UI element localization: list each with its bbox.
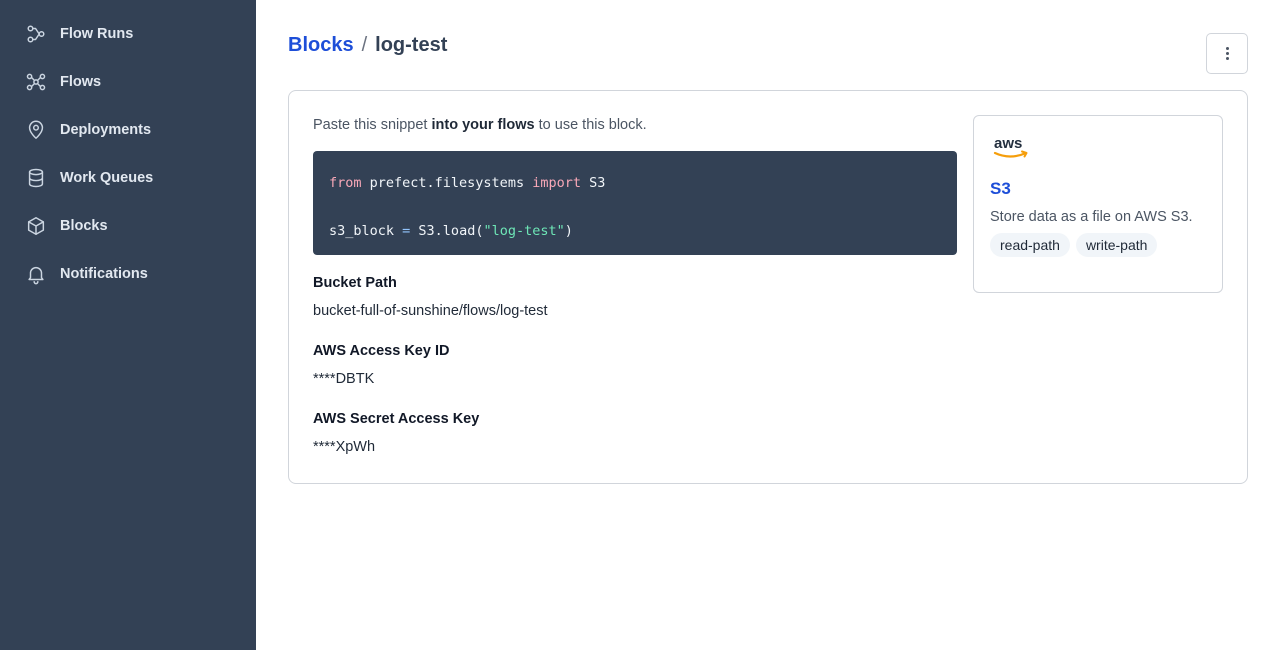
- code-line-load: s3_block = S3.load("log-test"): [329, 223, 573, 239]
- field-aws-secret-access-key: AWS Secret Access Key ****XpWh: [313, 411, 479, 455]
- vertical-dots-icon: [1225, 47, 1229, 60]
- flow-runs-icon: [24, 22, 48, 46]
- more-options-button[interactable]: [1206, 33, 1248, 74]
- sidebar-item-blocks[interactable]: Blocks: [0, 202, 256, 250]
- sidebar-item-label: Blocks: [60, 218, 108, 234]
- block-type-name-link[interactable]: S3: [990, 179, 1206, 199]
- snippet-hint: Paste this snippet into your flows to us…: [313, 117, 647, 133]
- code-line-import: from prefect.filesystems import S3: [329, 175, 606, 191]
- sidebar-item-work-queues[interactable]: Work Queues: [0, 154, 256, 202]
- sidebar-item-flow-runs[interactable]: Flow Runs: [0, 10, 256, 58]
- aws-logo: aws: [993, 135, 1028, 158]
- field-value: bucket-full-of-sunshine/flows/log-test: [313, 303, 548, 319]
- block-details-card: Paste this snippet into your flows to us…: [288, 90, 1248, 484]
- sidebar-item-label: Notifications: [60, 266, 148, 282]
- cube-icon: [24, 214, 48, 238]
- breadcrumb: Blocks / log-test: [288, 34, 447, 57]
- field-bucket-path: Bucket Path bucket-full-of-sunshine/flow…: [313, 275, 548, 319]
- breadcrumb-separator: /: [361, 34, 368, 56]
- block-type-card: aws S3 Store data as a file on AWS S3. r…: [973, 115, 1223, 293]
- database-icon: [24, 166, 48, 190]
- sidebar-item-deployments[interactable]: Deployments: [0, 106, 256, 154]
- flows-icon: [24, 70, 48, 94]
- page-title: log-test: [375, 34, 448, 56]
- block-type-description: Store data as a file on AWS S3.: [990, 209, 1193, 225]
- svg-text:aws: aws: [994, 135, 1022, 152]
- field-value: ****DBTK: [313, 371, 375, 387]
- main-content: Blocks / log-test Paste this snippet int…: [256, 0, 1280, 650]
- capability-tag: write-path: [1075, 233, 1158, 257]
- field-label: AWS Access Key ID: [313, 343, 450, 359]
- map-pin-icon: [24, 118, 48, 142]
- sidebar-item-flows[interactable]: Flows: [0, 58, 256, 106]
- field-value: ****XpWh: [313, 439, 376, 455]
- sidebar-item-label: Flows: [60, 74, 102, 90]
- sidebar-item-label: Deployments: [60, 122, 152, 138]
- code-snippet[interactable]: from prefect.filesystems import S3 s3_bl…: [313, 151, 957, 255]
- bell-icon: [24, 262, 48, 286]
- sidebar-item-label: Work Queues: [60, 170, 154, 186]
- capability-tags: read-path write-path: [990, 233, 1206, 257]
- sidebar-item-label: Flow Runs: [60, 26, 134, 42]
- field-aws-access-key-id: AWS Access Key ID ****DBTK: [313, 343, 449, 387]
- capability-tag: read-path: [990, 233, 1070, 257]
- field-label: AWS Secret Access Key: [313, 411, 480, 427]
- sidebar: Flow Runs Flows Deployments Work Queues …: [0, 0, 256, 650]
- sidebar-item-notifications[interactable]: Notifications: [0, 250, 256, 298]
- breadcrumb-blocks-link[interactable]: Blocks: [288, 34, 354, 57]
- field-label: Bucket Path: [313, 275, 397, 291]
